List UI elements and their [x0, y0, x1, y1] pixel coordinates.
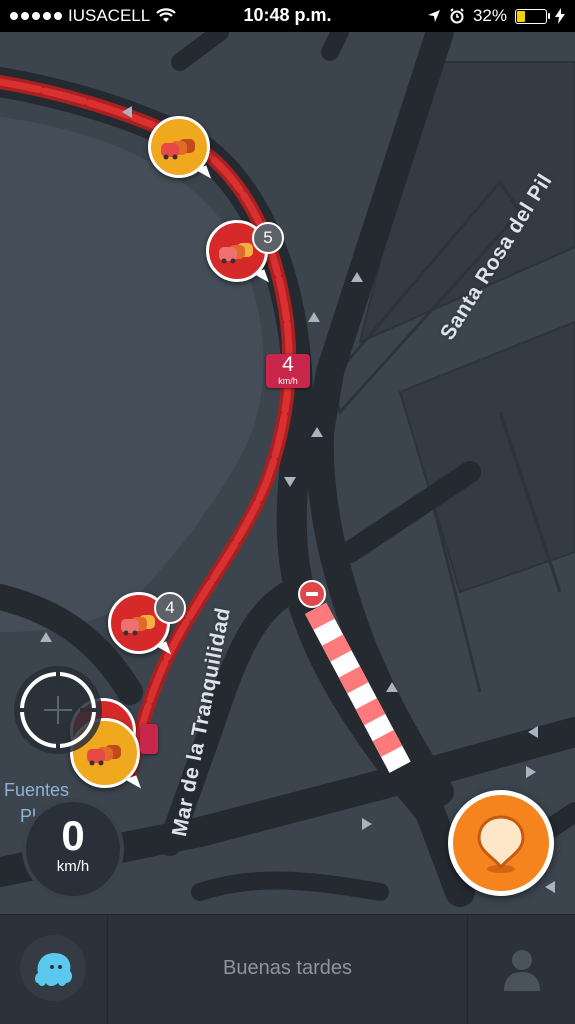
traffic-report-pin[interactable] — [148, 116, 210, 178]
status-right: 32% — [427, 6, 565, 26]
status-bar: IUSACELL 10:48 p.m. 32% — [0, 0, 575, 32]
recenter-button[interactable] — [14, 666, 102, 754]
location-arrow-icon — [427, 10, 440, 22]
charging-bolt-icon — [555, 8, 565, 24]
road-closure-icon[interactable] — [298, 580, 326, 608]
profile-button[interactable] — [468, 915, 575, 1024]
report-pin-icon — [477, 815, 525, 873]
greeting-text[interactable]: Buenas tardes — [110, 957, 465, 980]
jam-speed-value: 4 — [282, 353, 294, 376]
current-speed-value: 0 — [61, 812, 85, 859]
report-count-badge: 4 — [154, 592, 186, 624]
alarm-clock-icon — [450, 8, 464, 24]
jam-speed-marker-partial — [140, 724, 158, 754]
menu-button[interactable] — [20, 935, 86, 1001]
jam-speed-marker: 4 km/h — [266, 354, 310, 388]
crosshair-icon — [18, 670, 98, 750]
report-button[interactable] — [448, 790, 554, 896]
battery-icon — [515, 8, 550, 24]
separator — [107, 915, 108, 1024]
report-count-badge: 5 — [252, 222, 284, 254]
battery-percent: 32% — [472, 6, 507, 25]
current-speed-unit: km/h — [56, 858, 90, 875]
battery-level — [517, 10, 525, 22]
speedometer: 0 km/h — [22, 798, 124, 900]
person-icon — [504, 950, 540, 991]
waze-ghost-icon — [35, 953, 73, 986]
traffic-cars-icon — [161, 139, 195, 160]
jam-speed-unit: km/h — [278, 376, 298, 386]
map-view[interactable]: Santa Rosa del Pil Mar de la Tranquilida… — [0, 32, 575, 914]
bottom-bar: Buenas tardes — [0, 914, 575, 1024]
app-screen: IUSACELL 10:48 p.m. 32% Santa Rosa del P… — [0, 0, 575, 1024]
